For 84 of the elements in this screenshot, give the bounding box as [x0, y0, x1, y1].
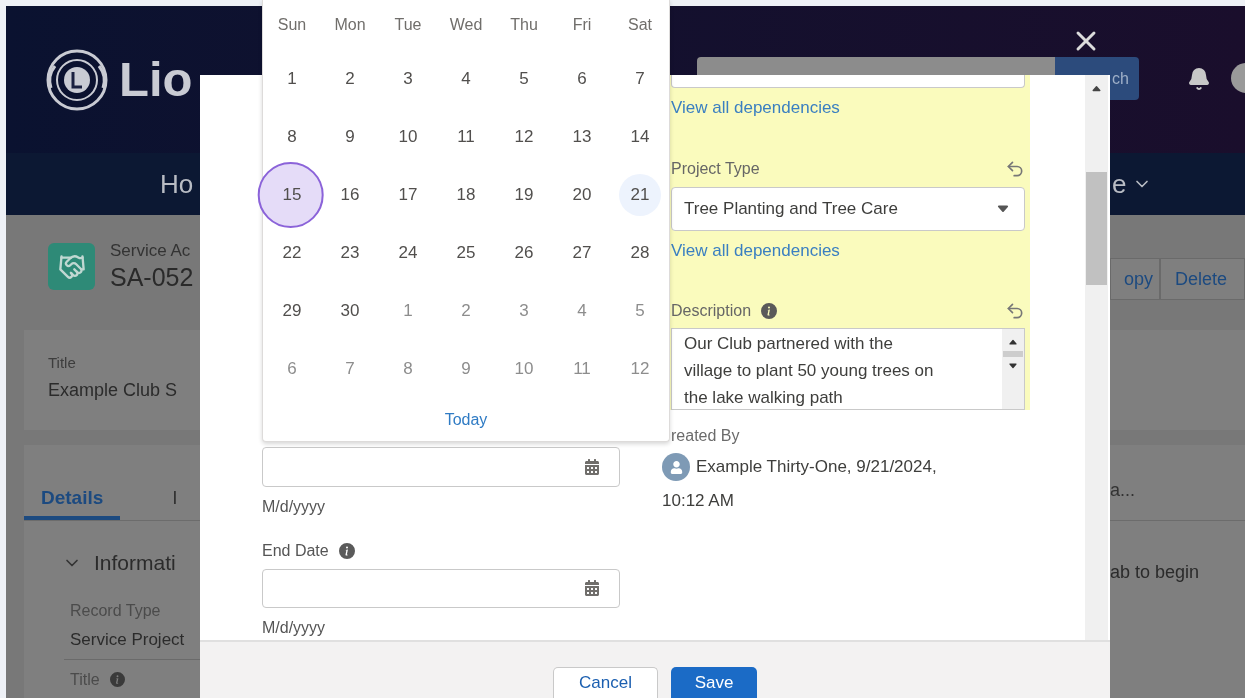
- scroll-thumb[interactable]: [1086, 172, 1107, 285]
- calendar-day[interactable]: 11: [445, 116, 487, 158]
- calendar-day[interactable]: 2: [329, 58, 371, 100]
- calendar-day[interactable]: 12: [503, 116, 545, 158]
- section-title[interactable]: Informati: [94, 547, 176, 579]
- weekday-label: Mon: [334, 15, 366, 35]
- calendar-day[interactable]: 9: [329, 116, 371, 158]
- start-date-field[interactable]: [262, 447, 620, 487]
- scroll-up-icon[interactable]: [1008, 337, 1018, 347]
- calendar-icon[interactable]: [584, 580, 600, 597]
- search-button[interactable]: ch: [1110, 57, 1139, 100]
- calendar-day[interactable]: 13: [561, 116, 603, 158]
- modal-scrollbar[interactable]: [1085, 75, 1108, 640]
- calendar-day[interactable]: 27: [561, 232, 603, 274]
- object-label: Service Ac: [110, 240, 192, 262]
- format-hint: M/d/yyyy: [262, 618, 327, 638]
- field-label: End Date: [262, 540, 329, 561]
- format-hint: M/d/yyyy: [262, 496, 327, 517]
- record-name: SA-052: [110, 261, 194, 293]
- field-value: Example Club S: [48, 378, 179, 402]
- calendar-day[interactable]: 20: [561, 174, 603, 216]
- calendar-day[interactable]: 17: [387, 174, 429, 216]
- scroll-up-icon[interactable]: [1091, 83, 1102, 94]
- field-value: Service Project: [70, 629, 186, 651]
- calendar-day[interactable]: 24: [387, 232, 429, 274]
- calendar-day[interactable]: 10: [387, 116, 429, 158]
- calendar-day[interactable]: 19: [503, 174, 545, 216]
- cancel-button[interactable]: Cancel: [553, 667, 658, 698]
- notifications-icon[interactable]: [1187, 67, 1211, 91]
- weekday-label: Tue: [394, 15, 422, 35]
- calendar-day[interactable]: 22: [271, 232, 313, 274]
- calendar-day[interactable]: 23: [329, 232, 371, 274]
- info-icon[interactable]: [761, 303, 778, 319]
- calendar-day[interactable]: 3: [387, 58, 429, 100]
- calendar-day[interactable]: 26: [503, 232, 545, 274]
- user-avatar-icon: [662, 453, 690, 481]
- weekday-label: Fri: [572, 15, 592, 35]
- calendar-day[interactable]: 18: [445, 174, 487, 216]
- info-icon[interactable]: [338, 542, 355, 559]
- end-date-field[interactable]: [262, 568, 620, 608]
- calendar-day[interactable]: 5: [503, 58, 545, 100]
- dependencies-link[interactable]: View all dependencies: [671, 95, 840, 121]
- search-field[interactable]: [697, 57, 1055, 75]
- calendar-day[interactable]: 30: [329, 290, 371, 332]
- hint-text: ab to begin: [1110, 561, 1201, 584]
- scroll-thumb[interactable]: [1003, 351, 1023, 357]
- text-field[interactable]: [671, 75, 1025, 88]
- calendar-day[interactable]: 29: [271, 290, 313, 332]
- calendar-day[interactable]: 21: [619, 174, 661, 216]
- scroll-down-icon[interactable]: [1008, 361, 1018, 371]
- calendar-day[interactable]: 8: [271, 116, 313, 158]
- calendar-day[interactable]: 7: [619, 58, 661, 100]
- calendar-day[interactable]: 15: [271, 174, 313, 216]
- calendar-day[interactable]: 25: [445, 232, 487, 274]
- save-button[interactable]: Save: [671, 667, 757, 698]
- field-label: Project Type: [671, 158, 760, 179]
- nav-item[interactable]: Ho: [160, 164, 194, 204]
- undo-icon[interactable]: [1005, 158, 1025, 179]
- today-link[interactable]: Today: [444, 407, 488, 432]
- info-icon[interactable]: [109, 672, 125, 687]
- lions-emblem-icon: [45, 47, 109, 112]
- app-logo-text: Lio: [119, 55, 193, 104]
- weekday-label: Sat: [628, 15, 652, 35]
- project-type-select[interactable]: Tree Planting and Tree Care: [671, 186, 1025, 231]
- calendar-day[interactable]: 14: [619, 116, 661, 158]
- created-by-value: 10:12 AM: [662, 490, 734, 512]
- weekday-label: Thu: [510, 15, 538, 35]
- calendar-day[interactable]: 16: [329, 174, 371, 216]
- field-label: Title: [48, 353, 77, 373]
- created-by-value: Example Thirty-One, 9/21/2024,: [696, 456, 937, 478]
- field-label: Description: [671, 301, 752, 321]
- record-type-icon: [48, 243, 95, 290]
- calendar-day[interactable]: 4: [445, 58, 487, 100]
- calendar-day[interactable]: 28: [619, 232, 661, 274]
- calendar-day[interactable]: 1: [271, 58, 313, 100]
- field-label: reated By: [670, 426, 741, 446]
- weekday-label: Sun: [277, 15, 307, 35]
- nav-item[interactable]: e: [1112, 164, 1127, 204]
- dependencies-link[interactable]: View all dependencies: [671, 237, 840, 263]
- weekday-label: Wed: [449, 15, 483, 35]
- calendar-icon[interactable]: [584, 458, 600, 475]
- undo-icon[interactable]: [1005, 301, 1025, 321]
- calendar-day[interactable]: 6: [561, 58, 603, 100]
- textarea-scrollbar[interactable]: [1002, 329, 1024, 409]
